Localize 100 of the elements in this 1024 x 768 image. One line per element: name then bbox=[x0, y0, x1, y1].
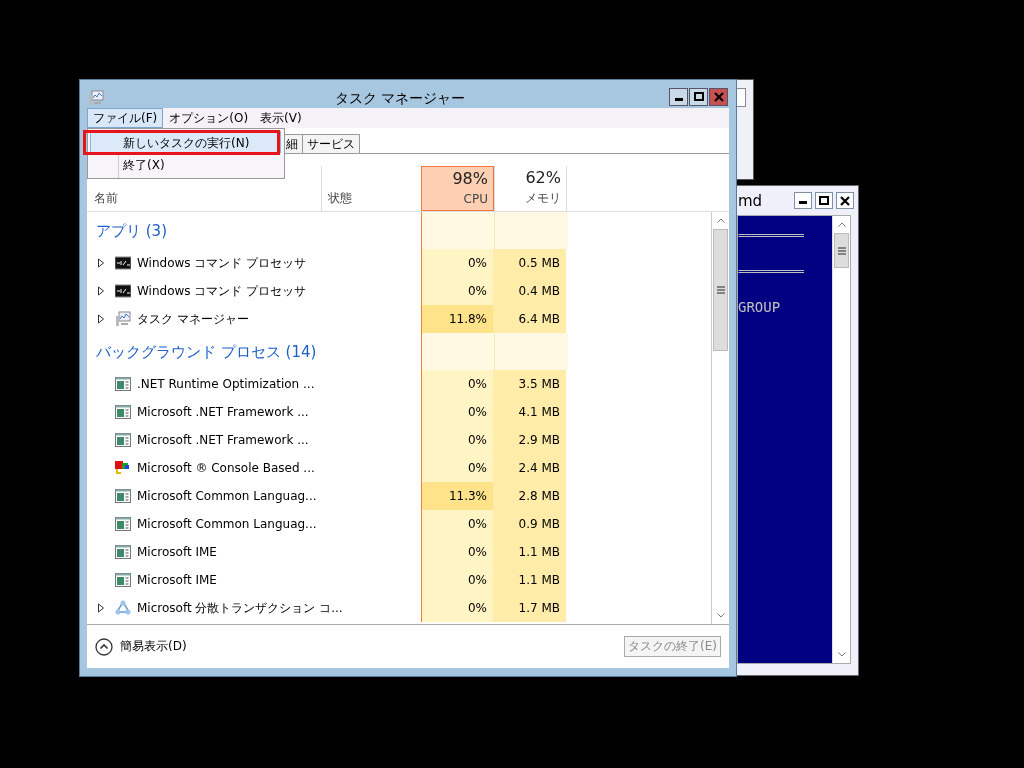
process-row[interactable]: Microsoft IME 0% 1.1 MB bbox=[87, 538, 711, 566]
application-icon bbox=[115, 573, 131, 587]
maximize-button[interactable] bbox=[815, 192, 833, 209]
application-icon bbox=[115, 489, 131, 503]
application-icon bbox=[115, 405, 131, 419]
console-line: =========== bbox=[738, 263, 805, 280]
application-icon bbox=[115, 377, 131, 391]
menu-item[interactable]: ファイル(F) bbox=[87, 108, 164, 128]
memory-value: 3.5 MB bbox=[493, 370, 566, 398]
menu-item[interactable]: オプション(O) bbox=[163, 108, 255, 128]
close-button[interactable] bbox=[836, 192, 854, 209]
process-row[interactable]: Microsoft .NET Framework ... 0% 2.9 MB bbox=[87, 426, 711, 454]
column-header[interactable]: 名前 bbox=[87, 190, 321, 211]
process-row[interactable]: Windows コマンド プロセッサ 0% 0.4 MB bbox=[87, 277, 711, 305]
process-row[interactable]: Microsoft IME 0% 1.1 MB bbox=[87, 566, 711, 594]
window-title: タスク マネージャー bbox=[335, 90, 466, 108]
console-icon bbox=[115, 255, 131, 271]
maximize-icon bbox=[693, 92, 704, 102]
scrollbar[interactable] bbox=[711, 212, 729, 624]
process-row[interactable]: Microsoft .NET Framework ... 0% 4.1 MB bbox=[87, 398, 711, 426]
column-header[interactable]: 62% メモリ bbox=[494, 166, 567, 211]
memory-value: 4.1 MB bbox=[493, 398, 566, 426]
process-name: Microsoft IME bbox=[137, 545, 217, 559]
tab[interactable]: サービス bbox=[302, 134, 360, 153]
maximize-icon bbox=[819, 195, 829, 206]
console-line: =========== bbox=[738, 227, 805, 244]
application-icon bbox=[115, 517, 131, 531]
console-line: GROUP bbox=[738, 298, 782, 316]
process-name: Microsoft Common Languag... bbox=[137, 489, 317, 503]
process-name: .NET Runtime Optimization ... bbox=[137, 377, 315, 391]
fewer-details-button[interactable]: 簡易表示(D) bbox=[95, 637, 187, 656]
memory-value: 0.5 MB bbox=[493, 249, 566, 277]
cpu-value: 0% bbox=[421, 566, 493, 594]
process-name: Microsoft .NET Framework ... bbox=[137, 433, 309, 447]
scroll-thumb[interactable] bbox=[713, 229, 728, 351]
process-name: Microsoft Common Languag... bbox=[137, 517, 317, 531]
menu-item[interactable]: 新しいタスクの実行(N) bbox=[90, 131, 281, 153]
expand-icon[interactable] bbox=[97, 314, 105, 324]
close-icon bbox=[713, 92, 724, 102]
scroll-down-icon bbox=[837, 652, 846, 657]
memory-value: 2.8 MB bbox=[493, 482, 566, 510]
memory-value: 0.9 MB bbox=[493, 510, 566, 538]
process-name: タスク マネージャー bbox=[137, 310, 249, 328]
scroll-down-icon bbox=[716, 613, 725, 618]
scroll-up-icon bbox=[716, 218, 725, 223]
expand-icon[interactable] bbox=[97, 603, 105, 613]
blocks-icon bbox=[115, 460, 131, 476]
chevron-up-icon bbox=[95, 637, 113, 656]
process-row[interactable]: .NET Runtime Optimization ... 0% 3.5 MB bbox=[87, 370, 711, 398]
process-name: Windows コマンド プロセッサ bbox=[137, 282, 307, 300]
memory-value: 1.7 MB bbox=[493, 594, 566, 622]
scrollbar[interactable] bbox=[832, 216, 850, 663]
process-row[interactable]: Microsoft 分散トランザクション コ... 0% 1.7 MB bbox=[87, 594, 711, 622]
application-icon bbox=[115, 433, 131, 447]
cpu-value: 0% bbox=[421, 277, 493, 305]
close-icon bbox=[840, 195, 850, 206]
cpu-value: 0% bbox=[421, 538, 493, 566]
menu-item[interactable]: 終了(X) bbox=[90, 153, 281, 175]
column-header[interactable]: 98% CPU bbox=[421, 166, 494, 211]
console-icon bbox=[115, 283, 131, 299]
memory-value: 1.1 MB bbox=[493, 566, 566, 594]
minimize-button[interactable] bbox=[669, 88, 688, 106]
cpu-value: 0% bbox=[421, 370, 493, 398]
scroll-thumb[interactable] bbox=[834, 233, 849, 268]
memory-value: 0.4 MB bbox=[493, 277, 566, 305]
cpu-value: 0% bbox=[421, 594, 493, 622]
network-icon bbox=[115, 600, 131, 616]
memory-value: 6.4 MB bbox=[493, 305, 566, 333]
minimize-button[interactable] bbox=[794, 192, 812, 209]
process-row[interactable]: Microsoft ® Console Based ... 0% 2.4 MB bbox=[87, 454, 711, 482]
cpu-value: 0% bbox=[421, 510, 493, 538]
minimize-icon bbox=[799, 201, 807, 204]
process-name: Microsoft ® Console Based ... bbox=[137, 461, 315, 475]
process-name: Microsoft .NET Framework ... bbox=[137, 405, 309, 419]
monitor-icon bbox=[115, 311, 131, 327]
process-name: Windows コマンド プロセッサ bbox=[137, 254, 307, 272]
process-row[interactable]: Windows コマンド プロセッサ 0% 0.5 MB bbox=[87, 249, 711, 277]
cpu-value: 11.3% bbox=[421, 482, 493, 510]
memory-value: 1.1 MB bbox=[493, 538, 566, 566]
cpu-value: 0% bbox=[421, 249, 493, 277]
expand-icon[interactable] bbox=[97, 258, 105, 268]
cpu-value: 11.8% bbox=[421, 305, 493, 333]
maximize-button[interactable] bbox=[689, 88, 708, 106]
group-header: アプリ (3) bbox=[95, 221, 168, 242]
process-row[interactable]: タスク マネージャー 11.8% 6.4 MB bbox=[87, 305, 711, 333]
cpu-value: 0% bbox=[421, 454, 493, 482]
cpu-value: 0% bbox=[421, 426, 493, 454]
application-icon bbox=[115, 545, 131, 559]
monitor-icon bbox=[88, 90, 104, 106]
expand-icon[interactable] bbox=[97, 286, 105, 296]
process-row[interactable]: Microsoft Common Languag... 11.3% 2.8 MB bbox=[87, 482, 711, 510]
memory-value: 2.4 MB bbox=[493, 454, 566, 482]
window-title: md bbox=[738, 191, 764, 210]
menu-item[interactable]: 表示(V) bbox=[254, 108, 308, 128]
process-row[interactable]: Microsoft Common Languag... 0% 0.9 MB bbox=[87, 510, 711, 538]
group-header: バックグラウンド プロセス (14) bbox=[95, 342, 318, 363]
process-name: Microsoft IME bbox=[137, 573, 217, 587]
memory-value: 2.9 MB bbox=[493, 426, 566, 454]
scroll-up-icon bbox=[837, 222, 846, 227]
cpu-value: 0% bbox=[421, 398, 493, 426]
